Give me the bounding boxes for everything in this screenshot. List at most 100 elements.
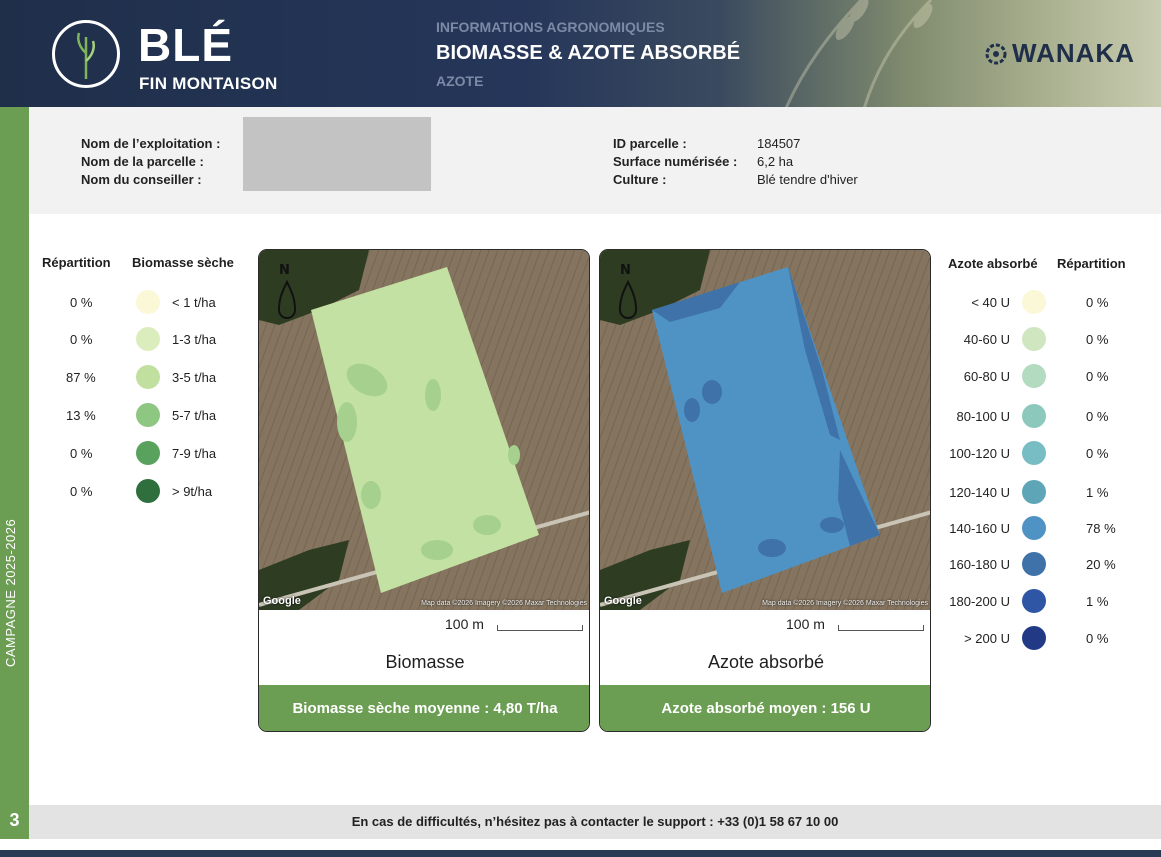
nitrogen-swatch [1022, 441, 1046, 465]
biomass-range: > 9t/ha [172, 484, 213, 499]
scale-line [838, 625, 924, 631]
campaign-label: CAMPAGNE 2025-2026 [3, 518, 18, 667]
biomass-legend-row: 0 % 1-3 t/ha [40, 327, 240, 353]
wheat-background-icon [784, 0, 933, 107]
nitrogen-range: 60-80 U [963, 369, 1010, 384]
section-kicker: INFORMATIONS AGRONOMIQUES [436, 19, 665, 35]
nitrogen-legend-row: 40-60 U 0 % [940, 327, 1140, 353]
report-header: BLÉ FIN MONTAISON INFORMATIONS AGRONOMIQ… [0, 0, 1161, 107]
culture-label: Culture : [613, 172, 667, 187]
north-arrow-icon: N [618, 263, 638, 319]
nitrogen-pct: 78 % [1086, 521, 1116, 536]
north-arrow-icon: N [277, 263, 297, 319]
nitrogen-legend-row: 180-200 U 1 % [940, 589, 1140, 615]
nitrogen-pct: 20 % [1086, 557, 1116, 572]
nitrogen-pct: 1 % [1086, 485, 1109, 500]
scale-bar: 100 m [600, 616, 930, 636]
biomass-map [259, 250, 589, 610]
biomass-pct: 13 % [66, 408, 96, 423]
culture-value: Blé tendre d'hiver [757, 172, 858, 187]
support-footer: En cas de difficultés, n’hésitez pas à c… [29, 805, 1161, 839]
nitrogen-range: 140-160 U [949, 521, 1010, 536]
parcel-name-label: Nom de la parcelle : [81, 154, 204, 169]
biomass-legend-repartition-header: Répartition [42, 255, 111, 270]
nitrogen-legend-row: 160-180 U 20 % [940, 552, 1140, 578]
biomass-legend-row: 0 % < 1 t/ha [40, 290, 240, 316]
nitrogen-legend-row: 100-120 U 0 % [940, 441, 1140, 467]
nitrogen-legend-row: < 40 U 0 % [940, 290, 1140, 316]
biomass-legend-row: 87 % 3-5 t/ha [40, 365, 240, 391]
biomass-range: 7-9 t/ha [172, 446, 217, 461]
nitrogen-range: 180-200 U [949, 594, 1010, 609]
svg-text:N: N [620, 263, 631, 278]
nitrogen-pct: 0 % [1086, 295, 1109, 310]
parcel-id-value: 184507 [757, 136, 801, 151]
nitrogen-legend-row: 120-140 U 1 % [940, 480, 1140, 506]
page-title: BIOMASSE & AZOTE ABSORBÉ [436, 42, 741, 64]
nitrogen-pct: 0 % [1086, 409, 1109, 424]
nitrogen-pct: 0 % [1086, 369, 1109, 384]
biomass-swatch [136, 365, 160, 389]
map-title: Biomasse [385, 652, 465, 672]
nitrogen-map [600, 250, 930, 610]
scale-bar: 100 m [259, 616, 589, 636]
farm-name-label: Nom de l’exploitation : [81, 136, 221, 151]
nitrogen-legend-row: > 200 U 0 % [940, 626, 1140, 652]
page-subtitle: AZOTE [436, 73, 484, 89]
scale-line [497, 625, 583, 631]
nitrogen-swatch [1022, 327, 1046, 351]
nitrogen-range: 80-100 U [956, 409, 1010, 424]
svg-text:N: N [279, 263, 290, 278]
brand-flower-icon [985, 43, 1007, 64]
biomass-range: 1-3 t/ha [172, 332, 217, 347]
brand-name: WANAKA [1012, 38, 1135, 68]
wheat-stalk-icon [52, 20, 120, 88]
biomass-swatch [136, 290, 160, 314]
biomass-swatch [136, 441, 160, 465]
nitrogen-swatch [1022, 404, 1046, 428]
nitrogen-range: 40-60 U [963, 332, 1010, 347]
page-number: 3 [9, 810, 20, 830]
nitrogen-range: 160-180 U [949, 557, 1010, 572]
biomass-pct: 0 % [70, 446, 93, 461]
biomass-swatch [136, 479, 160, 503]
nitrogen-swatch [1022, 480, 1046, 504]
nitrogen-range: 120-140 U [949, 485, 1010, 500]
bottom-band [0, 850, 1161, 857]
nitrogen-legend-repartition-header: Répartition [1057, 256, 1126, 271]
nitrogen-range: > 200 U [964, 631, 1010, 646]
biomass-swatch [136, 403, 160, 427]
nitrogen-pct: 0 % [1086, 332, 1109, 347]
crop-stage: FIN MONTAISON [139, 74, 278, 93]
parcel-id-label: ID parcelle : [613, 136, 687, 151]
surface-value: 6,2 ha [757, 154, 794, 169]
nitrogen-swatch [1022, 552, 1046, 576]
biomass-swatch [136, 327, 160, 351]
nitrogen-legend-range-header: Azote absorbé [948, 256, 1038, 271]
scale-label: 100 m [786, 616, 825, 632]
map-credit: Map data ©2026 Imagery ©2026 Maxar Techn… [421, 600, 587, 607]
nitrogen-legend-row: 80-100 U 0 % [940, 404, 1140, 430]
biomass-range: 5-7 t/ha [172, 408, 217, 423]
nitrogen-swatch [1022, 589, 1046, 613]
redacted-block [243, 117, 431, 191]
map-summary: Azote absorbé moyen : 156 U [600, 685, 930, 731]
google-watermark: Google [604, 595, 642, 607]
nitrogen-pct: 0 % [1086, 446, 1109, 461]
biomass-map-card: N Google Map data ©2026 Imagery ©2026 Ma… [258, 249, 590, 732]
biomass-range: 3-5 t/ha [172, 370, 217, 385]
map-credit: Map data ©2026 Imagery ©2026 Maxar Techn… [762, 600, 928, 607]
biomass-legend-row: 0 % 7-9 t/ha [40, 441, 240, 467]
nitrogen-map-card: N Google Map data ©2026 Imagery ©2026 Ma… [599, 249, 931, 732]
crop-title: BLÉ [138, 19, 233, 71]
map-summary: Biomasse sèche moyenne : 4,80 T/ha [259, 685, 589, 731]
biomass-pct: 87 % [66, 370, 96, 385]
nitrogen-swatch [1022, 364, 1046, 388]
nitrogen-swatch [1022, 626, 1046, 650]
biomass-legend-range-header: Biomasse sèche [132, 255, 234, 270]
nitrogen-swatch [1022, 290, 1046, 314]
nitrogen-legend-row: 60-80 U 0 % [940, 364, 1140, 390]
advisor-name-label: Nom du conseiller : [81, 172, 202, 187]
nitrogen-swatch [1022, 516, 1046, 540]
nitrogen-range: < 40 U [971, 295, 1010, 310]
